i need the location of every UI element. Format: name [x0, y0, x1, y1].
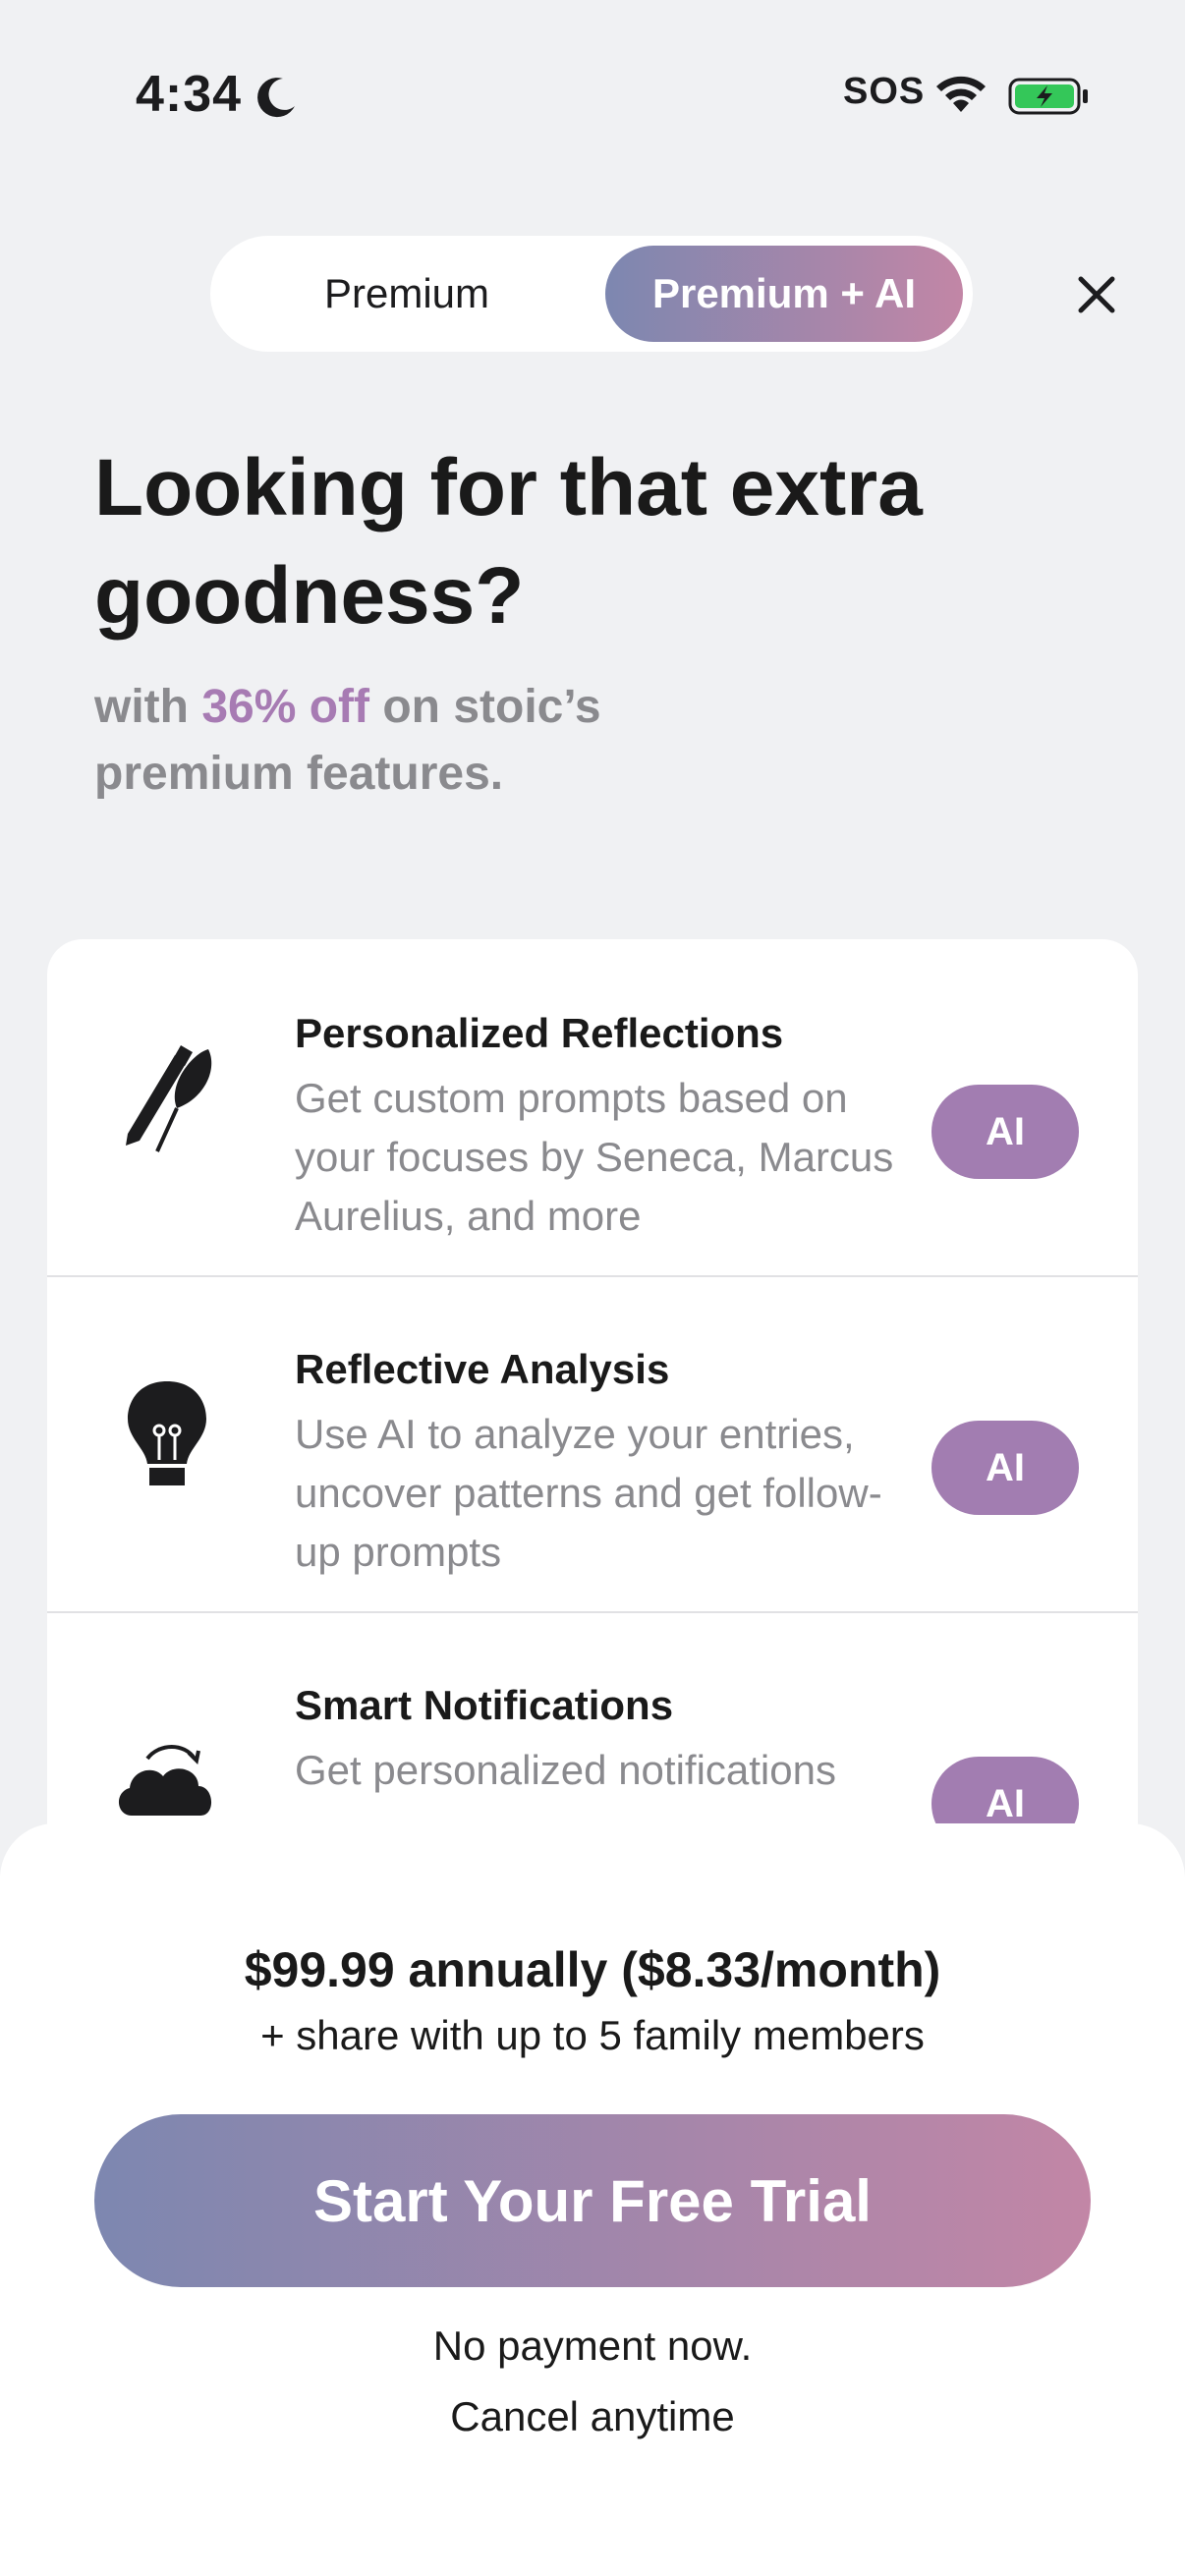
plan-toggle: Premium Premium + AI [210, 236, 973, 352]
ai-badge: AI [931, 1085, 1079, 1179]
start-free-trial-button[interactable]: Start Your Free Trial [94, 2114, 1091, 2287]
feature-title: Reflective Analysis [295, 1346, 670, 1392]
subheadline: with 36% off on stoic’s premium features… [94, 674, 782, 808]
price-text: $99.99 annually ($8.33/month) [244, 1942, 941, 1997]
feature-description: Get personalized notifications [295, 1747, 836, 1793]
pricing-sheet: $99.99 annually ($8.33/month) + share wi… [0, 1823, 1185, 2576]
discount-text: 36% off [201, 681, 370, 733]
battery-charging-icon [1008, 78, 1088, 115]
feature-row-personalized-reflections: Personalized Reflections Get custom prom… [47, 939, 1138, 1277]
pen-and-quill-icon [126, 1045, 212, 1152]
features-card: Personalized Reflections Get custom prom… [47, 939, 1138, 1922]
feature-description: Get custom prompts based on your focuses… [295, 1075, 894, 1239]
no-payment-note: No payment now. [432, 2323, 753, 2369]
close-icon[interactable] [1067, 265, 1126, 324]
status-bar: 4:34 SOS [0, 0, 1185, 196]
feature-title: Smart Notifications [295, 1682, 674, 1728]
subhead-prefix: with [94, 681, 202, 733]
ai-badge: AI [931, 1421, 1079, 1515]
lightbulb-icon [128, 1381, 206, 1485]
cancel-anytime-note: Cancel anytime [450, 2393, 735, 2439]
moon-icon [257, 78, 295, 118]
wifi-icon [936, 76, 986, 112]
feature-title: Personalized Reflections [295, 1010, 784, 1056]
feature-row-reflective-analysis: Reflective Analysis Use AI to analyze yo… [47, 1275, 1138, 1613]
status-time: 4:34 [136, 66, 243, 123]
feature-description: Use AI to analyze your entries, uncover … [295, 1411, 882, 1575]
tab-premium-ai[interactable]: Premium + AI [605, 246, 963, 342]
carrier-sos: SOS [843, 71, 926, 112]
tab-premium[interactable]: Premium [220, 246, 593, 342]
page-title: Looking for that extra goodness? [94, 443, 923, 641]
family-share-text: + share with up to 5 family members [260, 2012, 925, 2058]
